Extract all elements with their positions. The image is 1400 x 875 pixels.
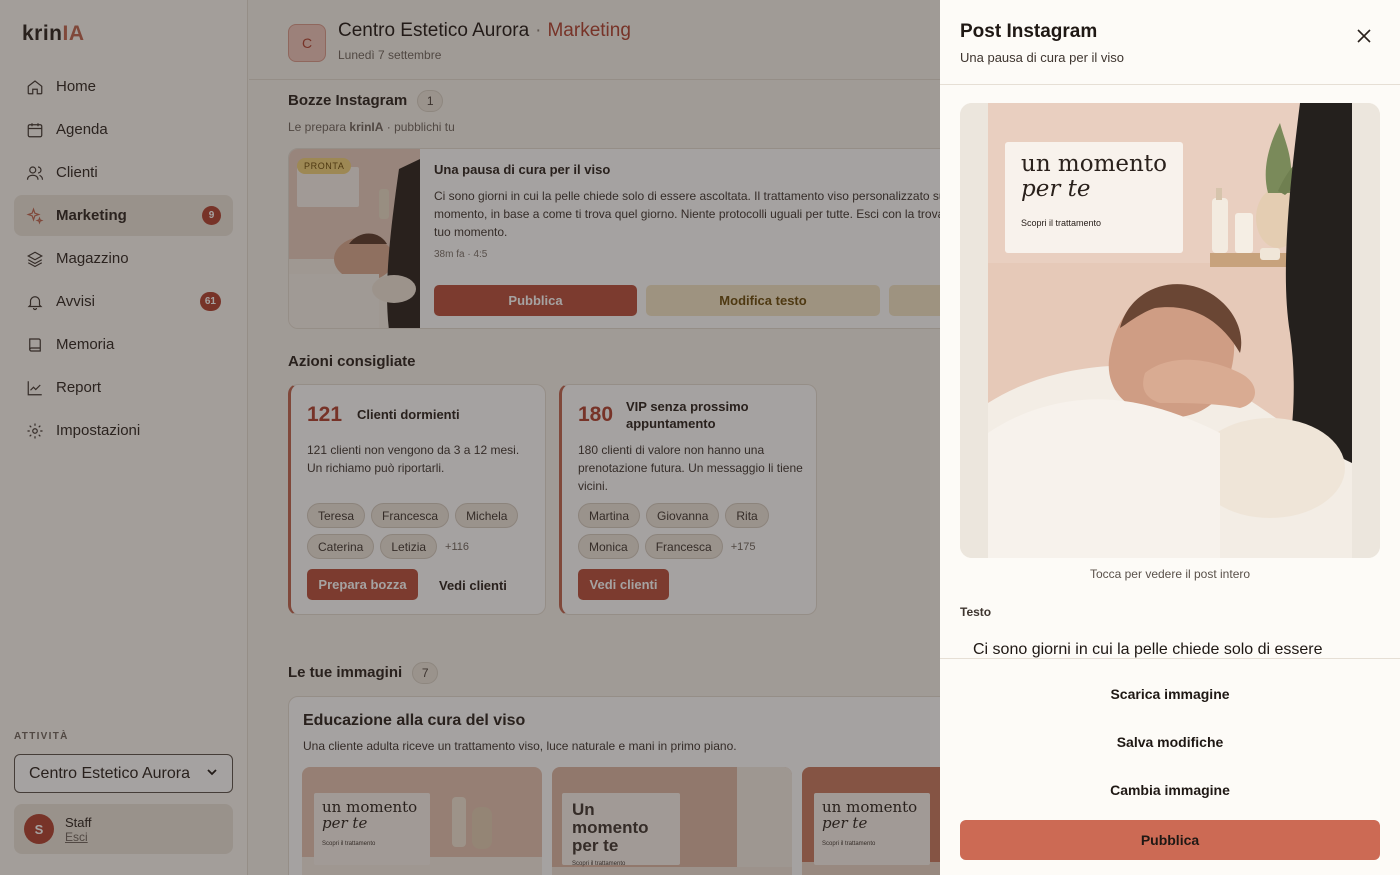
save-changes-button[interactable]: Salva modifiche [960, 724, 1380, 760]
caption-textarea[interactable]: Ci sono giorni in cui la pelle chiede so… [973, 641, 1323, 659]
preview-hint: Tocca per vedere il post intero [1089, 567, 1251, 581]
preview-caption: Scopri il trattamento [1021, 218, 1102, 228]
download-image-button[interactable]: Scarica immagine [960, 676, 1380, 712]
drawer-header: Post Instagram Una pausa di cura per il … [940, 0, 1400, 85]
preview-title: un momento [1021, 151, 1167, 177]
drawer-subtitle: Una pausa di cura per il viso [960, 50, 1125, 65]
drawer-title: Post Instagram [960, 21, 1098, 42]
post-image-preview[interactable]: un momento per te Scopri il trattamento [960, 103, 1380, 558]
preview-overlay-card: un momento per te Scopri il trattamento [1005, 142, 1183, 253]
publish-button[interactable]: Pubblica [960, 820, 1380, 860]
preview-subtitle: per te [1021, 176, 1091, 202]
modal-backdrop[interactable] [0, 0, 940, 875]
drawer-footer: Scarica immagine Salva modifiche Cambia … [940, 658, 1400, 875]
close-icon[interactable] [1354, 26, 1374, 46]
text-field-label: Testo [960, 605, 992, 619]
instagram-post-drawer: Post Instagram Una pausa di cura per il … [940, 0, 1400, 875]
change-image-button[interactable]: Cambia immagine [960, 772, 1380, 808]
